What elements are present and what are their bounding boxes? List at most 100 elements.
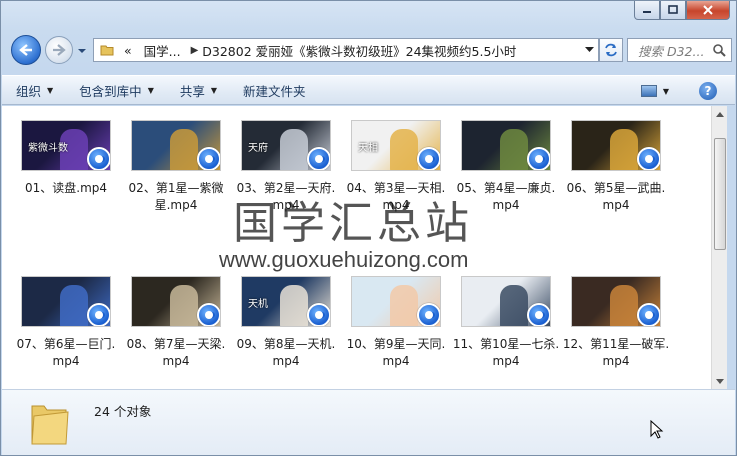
mouse-cursor-icon (650, 420, 664, 439)
file-name: 11、第10星—七杀.mp4 (452, 337, 560, 368)
search-input[interactable]: 搜索 D32... (627, 38, 732, 62)
media-player-icon (637, 303, 660, 326)
change-view-icon[interactable] (640, 85, 657, 97)
chevron-down-icon (78, 49, 86, 53)
command-bar: 组织 ▼ 包含到库中 ▼ 共享 ▼ 新建文件夹 ▼ ? (2, 75, 735, 105)
folder-icon (31, 405, 69, 445)
video-thumbnail: 天机 (241, 276, 331, 327)
video-thumbnail (571, 120, 661, 171)
address-overflow-chevron[interactable]: « (124, 43, 132, 58)
address-dropdown-button[interactable] (580, 47, 598, 53)
toolbar-right: ▼ ? (640, 82, 717, 100)
thumbnail-caption: 紫微斗数 (28, 143, 68, 154)
media-player-icon (307, 147, 330, 170)
media-player-icon (637, 147, 660, 170)
media-player-icon (527, 303, 550, 326)
file-item[interactable]: 紫微斗数 01、读盘.mp4 (12, 120, 120, 197)
video-thumbnail: 紫微斗数 (21, 120, 111, 171)
file-name: 02、第1星—紫微星.mp4 (128, 181, 224, 212)
scroll-down-button[interactable] (712, 373, 728, 389)
vertical-scrollbar[interactable] (711, 106, 727, 389)
thumbnail-figure (500, 129, 528, 170)
thumbnail-figure (280, 285, 308, 326)
close-button[interactable] (686, 1, 730, 20)
forward-arrow-icon (53, 44, 66, 56)
organize-menu[interactable]: 组织 ▼ (16, 81, 53, 100)
video-thumbnail (351, 276, 441, 327)
thumbnail-figure (390, 285, 418, 326)
media-player-icon (197, 303, 220, 326)
file-item[interactable]: 12、第11星—破军.mp4 (562, 276, 670, 370)
back-arrow-icon (19, 44, 32, 56)
scrollbar-thumb[interactable] (714, 138, 726, 250)
chevron-down-icon (585, 47, 594, 52)
thumbnail-figure (390, 129, 418, 170)
close-icon (703, 5, 713, 15)
breadcrumb-separator-icon[interactable]: ▶ (191, 45, 199, 56)
folder-icon (100, 45, 114, 56)
minimize-icon (643, 11, 651, 13)
thumbnail-figure (280, 129, 308, 170)
file-name: 10、第9星—天同.mp4 (346, 337, 446, 368)
video-thumbnail (131, 276, 221, 327)
thumbnail-figure (60, 285, 88, 326)
thumbnail-figure (500, 285, 528, 326)
file-item[interactable]: 08、第7星—天梁.mp4 (122, 276, 230, 370)
thumbnail-caption: 天府 (248, 143, 268, 154)
file-item[interactable]: 11、第10星—七杀.mp4 (452, 276, 560, 370)
media-player-icon (417, 147, 440, 170)
file-name: 08、第7星—天梁.mp4 (126, 337, 226, 368)
scroll-up-button[interactable] (712, 106, 728, 122)
video-thumbnail: 天府 (241, 120, 331, 171)
watermark-url: www.guoxuehuizong.com (219, 247, 469, 272)
file-name: 09、第8星—天机.mp4 (236, 337, 336, 368)
search-placeholder: 搜索 D32... (638, 43, 705, 59)
scroll-up-arrow-icon (716, 111, 724, 117)
video-thumbnail: 天相 (351, 120, 441, 171)
forward-button[interactable] (45, 36, 73, 64)
video-thumbnail (131, 120, 221, 171)
organize-label: 组织 (16, 83, 42, 99)
maximize-button[interactable] (660, 1, 686, 20)
address-bar[interactable]: « 国学... ▶ D32802 爱丽娅《紫微斗数初级班》24集视频约5.5小时 (93, 38, 599, 62)
file-name: 07、第6星—巨门.mp4 (16, 337, 116, 368)
scroll-down-arrow-icon (716, 378, 724, 384)
item-count: 24 个对象 (94, 404, 152, 419)
media-player-icon (87, 147, 110, 170)
thumbnail-caption: 天相 (358, 143, 378, 154)
back-button[interactable] (11, 35, 41, 65)
help-icon[interactable]: ? (699, 82, 717, 100)
file-item[interactable]: 天机 09、第8星—天机.mp4 (232, 276, 340, 370)
new-folder-label: 新建文件夹 (243, 83, 306, 99)
file-item[interactable]: 02、第1星—紫微星.mp4 (122, 120, 230, 214)
file-item[interactable]: 06、第5星—武曲.mp4 (562, 120, 670, 214)
thumbnail-figure (170, 129, 198, 170)
new-folder-button[interactable]: 新建文件夹 (243, 81, 306, 100)
media-player-icon (87, 303, 110, 326)
window-controls (634, 1, 730, 20)
view-dropdown-arrow-icon[interactable]: ▼ (663, 87, 669, 96)
dropdown-arrow-icon: ▼ (47, 85, 54, 95)
breadcrumb-guoxue[interactable]: 国学... (144, 41, 181, 60)
include-in-library-label: 包含到库中 (79, 83, 142, 99)
thumbnail-figure (170, 285, 198, 326)
thumbnail-figure (610, 285, 638, 326)
recent-pages-dropdown[interactable] (77, 44, 87, 58)
file-item[interactable]: 10、第9星—天同.mp4 (342, 276, 450, 370)
explorer-window: « 国学... ▶ D32802 爱丽娅《紫微斗数初级班》24集视频约5.5小时… (0, 0, 737, 456)
file-item[interactable]: 07、第6星—巨门.mp4 (12, 276, 120, 370)
refresh-button[interactable] (599, 38, 623, 62)
refresh-icon (605, 43, 617, 57)
include-in-library-menu[interactable]: 包含到库中 ▼ (79, 81, 154, 100)
dropdown-arrow-icon: ▼ (147, 85, 154, 95)
file-name: 01、读盘.mp4 (24, 181, 108, 195)
file-name: 06、第5星—武曲.mp4 (566, 181, 666, 212)
details-pane: 24 个对象 (2, 389, 735, 455)
maximize-icon (668, 5, 678, 14)
search-icon (713, 44, 726, 57)
minimize-button[interactable] (634, 1, 660, 20)
video-thumbnail (461, 276, 551, 327)
breadcrumb-current-folder[interactable]: D32802 爱丽娅《紫微斗数初级班》24集视频约5.5小时 (202, 41, 580, 60)
media-player-icon (417, 303, 440, 326)
share-menu[interactable]: 共享 ▼ (180, 81, 217, 100)
